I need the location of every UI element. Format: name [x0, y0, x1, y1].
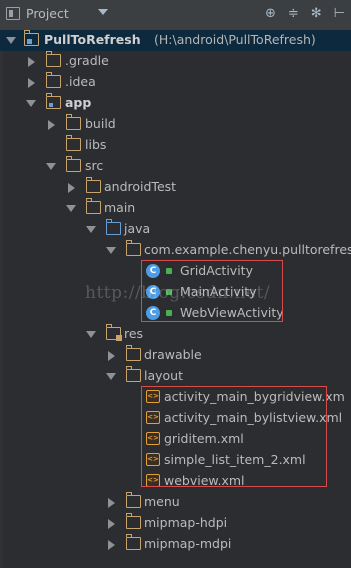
folder-icon	[45, 72, 61, 88]
tree-item-label: src	[85, 158, 104, 173]
tree-item-label: .gradle	[65, 53, 109, 68]
tree-row-libs[interactable]: libs	[0, 135, 351, 156]
chevron-down-icon[interactable]	[98, 9, 108, 15]
tree-item-label: mipmap-mdpi	[144, 536, 232, 551]
chevron-right-icon[interactable]	[28, 78, 35, 88]
tree-item-label: androidTest	[104, 179, 177, 194]
tree-item-label: com.example.chenyu.pulltorefres	[144, 242, 351, 257]
folder-icon	[125, 492, 141, 508]
project-toolbar: Project ⊕ ≑ ✻ ⊢	[0, 0, 351, 31]
tree-item-label: java	[124, 221, 151, 236]
chevron-down-icon[interactable]	[86, 331, 96, 338]
tree-row-mipmap-mdpi[interactable]: mipmap-mdpi	[0, 534, 351, 555]
chevron-right-icon[interactable]	[48, 120, 55, 130]
tree-row-build[interactable]: build	[0, 114, 351, 135]
sync-icon[interactable]: ⊕	[265, 6, 276, 22]
project-icon	[6, 7, 20, 20]
chevron-down-icon[interactable]	[106, 247, 116, 254]
resource-folder-icon	[105, 324, 122, 341]
tree-row-main[interactable]: main	[0, 198, 351, 219]
tree-item-label: libs	[85, 137, 107, 152]
settings-icon[interactable]: ✻	[311, 6, 322, 22]
chevron-down-icon[interactable]	[46, 163, 56, 170]
root-path: (H:\android\PullToRefresh)	[154, 32, 316, 47]
folder-icon	[125, 345, 141, 361]
tree-row-idea[interactable]: .idea	[0, 72, 351, 93]
toolbar-actions: ⊕ ≑ ✻ ⊢	[265, 6, 345, 22]
tree-item-label: build	[85, 116, 116, 131]
folder-icon	[125, 534, 141, 550]
collapse-icon[interactable]: ≑	[288, 6, 299, 22]
project-view-selector[interactable]: Project	[6, 6, 69, 21]
tree-item-label: main	[104, 200, 136, 215]
tree-item-label: app	[65, 95, 92, 110]
chevron-down-icon[interactable]	[6, 37, 16, 44]
chevron-down-icon[interactable]	[66, 205, 76, 212]
chevron-right-icon[interactable]	[108, 519, 115, 529]
module-folder-icon	[45, 93, 61, 109]
chevron-down-icon[interactable]	[26, 100, 36, 107]
source-folder-icon	[105, 219, 121, 235]
chevron-down-icon[interactable]	[106, 373, 116, 380]
tree-row-mipmap-hdpi[interactable]: mipmap-hdpi	[0, 513, 351, 534]
folder-icon	[85, 198, 101, 214]
tree-row-layout[interactable]: layout	[0, 366, 351, 387]
chevron-right-icon[interactable]	[108, 351, 115, 361]
folder-icon	[125, 513, 141, 529]
folder-icon	[65, 135, 81, 151]
tree-item-label: res	[124, 326, 144, 341]
tree-row-package[interactable]: com.example.chenyu.pulltorefres	[0, 240, 351, 261]
folder-icon	[125, 366, 141, 382]
folder-icon	[65, 156, 81, 172]
tree-row-menu[interactable]: menu	[0, 492, 351, 513]
chevron-down-icon[interactable]	[86, 226, 96, 233]
tree-row-gradle[interactable]: .gradle	[0, 51, 351, 72]
tree-row-src[interactable]: src	[0, 156, 351, 177]
tree-item-label: mipmap-hdpi	[144, 515, 228, 530]
tree-row-app[interactable]: app	[0, 93, 351, 114]
tree-item-label: .idea	[65, 74, 96, 89]
root-name: PullToRefresh	[44, 32, 141, 47]
folder-icon	[45, 51, 61, 67]
tree-row-androidtest[interactable]: androidTest	[0, 177, 351, 198]
tree-item-label: menu	[144, 494, 180, 509]
chevron-right-icon[interactable]	[68, 183, 75, 193]
tree-row-drawable[interactable]: drawable	[0, 345, 351, 366]
chevron-right-icon[interactable]	[108, 498, 115, 508]
package-icon	[125, 240, 141, 256]
tree-item-label: drawable	[144, 347, 202, 362]
chevron-right-icon[interactable]	[28, 57, 35, 67]
tree-item-label: layout	[144, 368, 184, 383]
tree-row-root[interactable]: PullToRefresh (H:\android\PullToRefresh)	[0, 30, 351, 51]
project-view-label: Project	[26, 6, 69, 21]
tree-row-java[interactable]: java	[0, 219, 351, 240]
hide-icon[interactable]: ⊢	[334, 6, 345, 22]
tree-row-res[interactable]: res	[0, 324, 351, 345]
project-folder-icon	[23, 30, 39, 46]
chevron-right-icon[interactable]	[108, 540, 115, 550]
highlight-box-layouts	[141, 386, 327, 487]
watermark: http://blog.csdn.net/	[85, 283, 271, 303]
folder-icon	[85, 177, 101, 193]
folder-icon	[65, 114, 81, 130]
